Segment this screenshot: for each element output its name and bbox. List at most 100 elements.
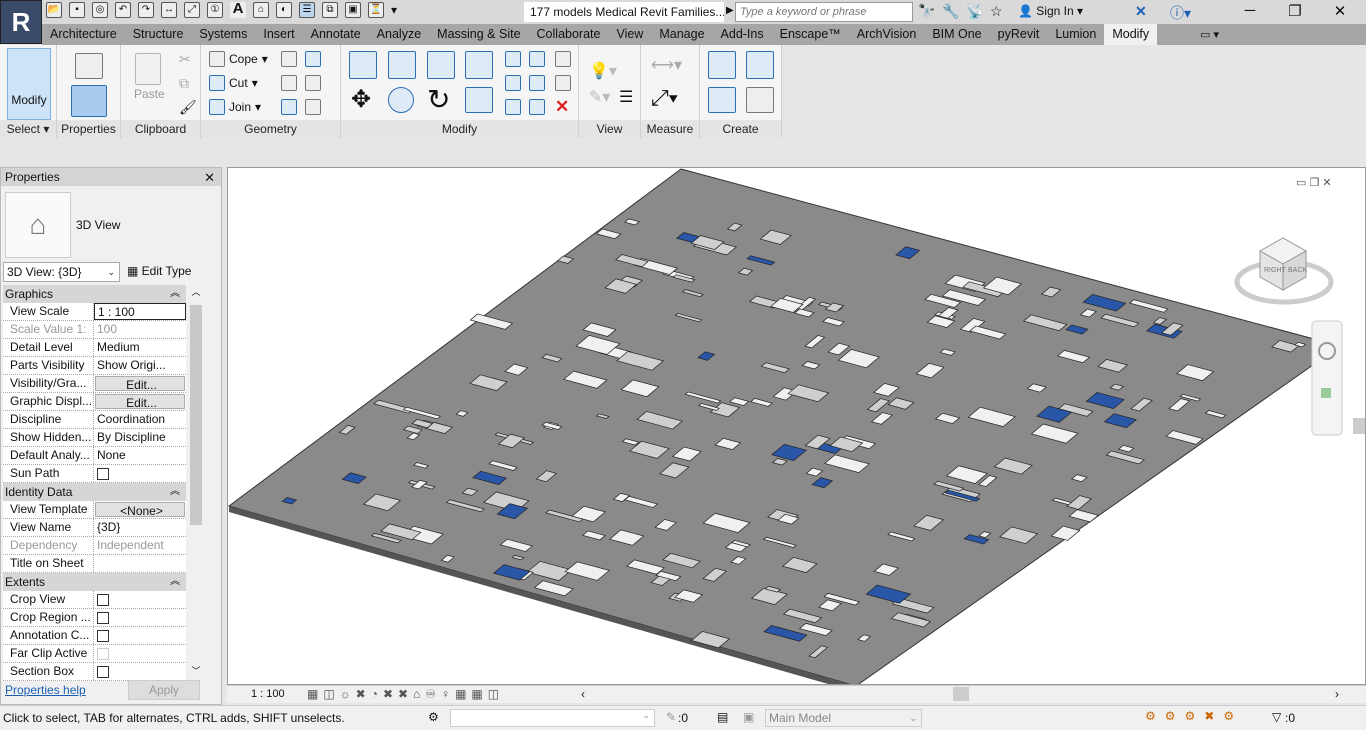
thin-lines-icon[interactable]: ☰ — [299, 2, 315, 18]
text-icon[interactable]: A — [230, 1, 246, 18]
property-button[interactable]: Edit... — [95, 376, 185, 391]
property-value[interactable] — [94, 555, 186, 572]
wall-joins-icon[interactable] — [281, 51, 297, 67]
collapse-icon[interactable]: ︽ — [170, 483, 180, 501]
help-icon[interactable]: ⓘ▾ — [1170, 3, 1191, 23]
paste-icon[interactable] — [135, 53, 161, 85]
minimize-button[interactable]: ─ — [1230, 2, 1270, 19]
collapse-icon[interactable]: ︽ — [170, 573, 180, 591]
scroll-left-icon[interactable]: ‹ — [581, 687, 585, 701]
cut-geometry-button[interactable]: Cut ▾ — [209, 75, 258, 91]
close-button[interactable]: ✕ — [1320, 2, 1360, 20]
exclude-options-icon[interactable]: ▣ — [743, 710, 754, 724]
cope-button[interactable]: Cope ▾ — [209, 51, 268, 67]
property-button[interactable]: Edit... — [95, 394, 185, 409]
tab-manage[interactable]: Manage — [651, 24, 712, 45]
override-graphics-icon[interactable]: ✎▾ — [589, 87, 610, 107]
tab-modify[interactable]: Modify — [1104, 24, 1158, 45]
editing-requests-icon[interactable]: ✎ — [666, 710, 676, 724]
property-checkbox[interactable] — [97, 468, 109, 480]
tag-icon[interactable]: ① — [207, 2, 223, 18]
property-button[interactable]: <None> — [95, 502, 185, 517]
move-icon[interactable]: ✥ — [351, 85, 371, 114]
join-button[interactable]: Join ▾ — [209, 99, 261, 115]
property-value[interactable]: Coordination — [94, 411, 186, 428]
redo-icon[interactable]: ↷ — [138, 2, 154, 18]
demolish-icon[interactable] — [305, 99, 321, 115]
application-menu-button[interactable]: R — [0, 0, 42, 44]
tab-analyze[interactable]: Analyze — [369, 24, 429, 45]
3d-viewport[interactable]: RIGHT BACK ▭ ❐ ✕ — [227, 167, 1366, 685]
customize-toolbar-icon[interactable]: ▾ — [391, 3, 397, 17]
view-scrollbar-horizontal[interactable] — [953, 687, 969, 701]
copy-element-icon[interactable] — [388, 87, 414, 113]
tab-architecture[interactable]: Architecture — [42, 24, 125, 45]
design-options-icon[interactable]: ▤ — [717, 710, 728, 724]
tab-view[interactable]: View — [608, 24, 651, 45]
delete-icon[interactable]: ✕ — [555, 97, 569, 117]
property-value[interactable]: {3D} — [94, 519, 186, 536]
tab-bim-one[interactable]: BIM One — [924, 24, 989, 45]
paint-icon[interactable] — [281, 99, 297, 115]
create-parts-icon[interactable] — [746, 51, 774, 79]
tab-archvision[interactable]: ArchVision — [849, 24, 925, 45]
selection-option-icons[interactable]: ⚙⚙⚙✖⚙ — [1145, 709, 1243, 723]
section-header[interactable]: Identity Data ︽ — [3, 483, 186, 501]
split-with-gap-icon[interactable] — [529, 51, 545, 67]
favorites-star-icon[interactable]: ☆ — [990, 3, 1003, 20]
properties-icon[interactable] — [71, 85, 107, 117]
property-input[interactable]: 1 : 100 — [94, 303, 186, 320]
edit-type-button[interactable]: ▦ Edit Type — [127, 264, 191, 278]
view-window-controls[interactable]: ▭ ❐ ✕ — [1296, 177, 1332, 189]
filter-icon[interactable]: ⏳ — [368, 2, 384, 18]
type-properties-icon[interactable] — [75, 53, 103, 79]
property-value[interactable]: By Discipline — [94, 429, 186, 446]
3d-model-view[interactable]: RIGHT BACK ▭ ❐ ✕ — [228, 168, 1366, 685]
create-similar-icon[interactable] — [746, 87, 774, 113]
trim-extend-icon[interactable] — [465, 87, 493, 113]
tab-systems[interactable]: Systems — [191, 24, 255, 45]
align-icon[interactable] — [349, 51, 377, 79]
ribbon-display-toggle[interactable]: ▭ ▾ — [1200, 28, 1219, 41]
aligned-dimension-ribbon-icon[interactable]: ⤢▾ — [651, 85, 678, 111]
exchange-apps-icon[interactable]: ✕ — [1135, 3, 1147, 20]
search-input[interactable]: Type a keyword or phrase — [735, 2, 913, 22]
property-checkbox[interactable] — [97, 666, 109, 678]
property-checkbox[interactable] — [97, 612, 109, 624]
beam-column-joins-icon[interactable] — [281, 75, 297, 91]
communication-icon[interactable]: 📡 — [966, 3, 983, 20]
type-selector-dropdown[interactable]: 3D View: {3D} ⌄ — [3, 262, 120, 282]
linework-icon[interactable]: ☰ — [619, 87, 633, 107]
tab-lumion[interactable]: Lumion — [1047, 24, 1104, 45]
apply-button[interactable]: Apply — [128, 680, 200, 700]
unpin-icon[interactable] — [555, 51, 571, 67]
properties-help-link[interactable]: Properties help — [5, 683, 86, 697]
sign-in-button[interactable]: 👤 Sign In ▾ — [1018, 4, 1083, 18]
zoom-icon[interactable] — [1321, 388, 1331, 398]
restore-button[interactable]: ❐ — [1275, 2, 1315, 20]
split-element-icon[interactable] — [505, 51, 521, 67]
save-icon[interactable]: ▪ — [69, 2, 85, 18]
trim-multiple-icon[interactable] — [529, 99, 545, 115]
sync-icon[interactable]: ◎ — [92, 2, 108, 18]
select-panel-label[interactable]: Select ▾ — [0, 120, 56, 138]
offset-icon[interactable] — [388, 51, 416, 79]
expand-icon[interactable]: ▶ — [726, 5, 734, 16]
property-value[interactable]: Medium — [94, 339, 186, 356]
tab-pyrevit[interactable]: pyRevit — [990, 24, 1048, 45]
section-header[interactable]: Graphics ︽ — [3, 285, 186, 303]
tab-collaborate[interactable]: Collaborate — [529, 24, 609, 45]
scale-icon[interactable] — [529, 75, 545, 91]
filter-icon[interactable]: ▽ — [1272, 710, 1281, 724]
measure-icon[interactable]: ↔ — [161, 2, 177, 18]
view-scale[interactable]: 1 : 100 — [251, 688, 285, 700]
trim-single-icon[interactable] — [505, 99, 521, 115]
match-properties-icon[interactable]: 🖌 — [179, 99, 197, 116]
tab-enscape-[interactable]: Enscape™ — [772, 24, 849, 45]
split-face-icon[interactable] — [305, 51, 321, 67]
tab-massing-site[interactable]: Massing & Site — [429, 24, 528, 45]
view-control-icons[interactable]: ▦◫☼✖◔✖✖⌂♾♀▦▦◫ — [307, 687, 504, 701]
switch-windows-icon[interactable]: ▣ — [345, 2, 361, 18]
property-value[interactable]: None — [94, 447, 186, 464]
modify-button[interactable]: Modify — [7, 48, 51, 120]
